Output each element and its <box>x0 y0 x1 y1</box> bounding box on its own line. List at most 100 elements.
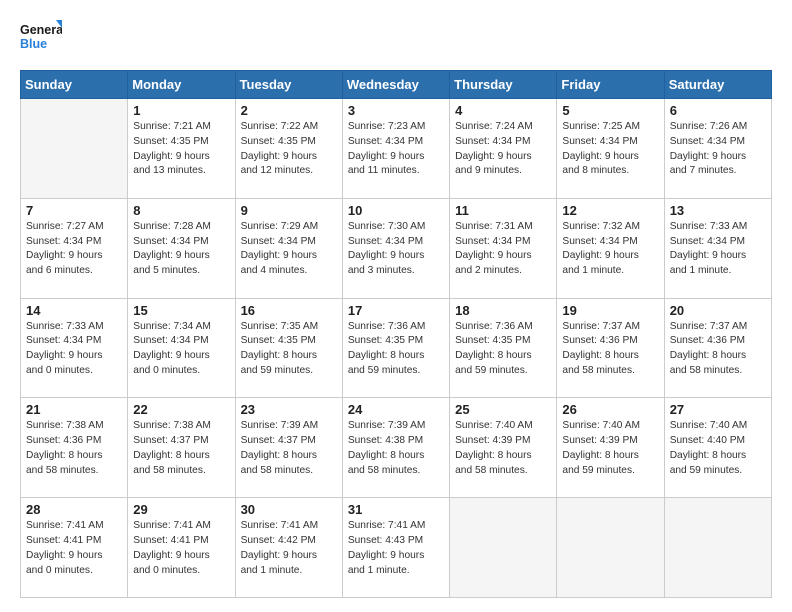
day-cell-9: 9 Sunrise: 7:29 AMSunset: 4:34 PMDaylight… <box>235 198 342 298</box>
weekday-header-wednesday: Wednesday <box>342 71 449 99</box>
day-info: Sunrise: 7:37 AMSunset: 4:36 PMDaylight:… <box>562 320 658 379</box>
day-info: Sunrise: 7:40 AMSunset: 4:40 PMDaylight:… <box>670 419 766 478</box>
day-number: 5 <box>562 103 658 118</box>
day-cell-22: 22Sunrise: 7:38 AMSunset: 4:37 PMDayligh… <box>128 398 235 498</box>
day-info: Sunrise: 7:35 AMSunset: 4:35 PMDaylight:… <box>241 320 337 379</box>
day-info: Sunrise: 7:22 AMSunset: 4:35 PMDaylight:… <box>241 120 337 179</box>
day-cell-2: 2Sunrise: 7:22 AMSunset: 4:35 PMDaylight… <box>235 99 342 199</box>
day-info: Sunrise: 7:29 AMSunset: 4:34 PMDaylight:… <box>241 220 337 279</box>
day-cell-26: 26 Sunrise: 7:40 AMSunset: 4:39 PMDayligh… <box>557 398 664 498</box>
day-info: Sunrise: 7:23 AMSunset: 4:34 PMDaylight:… <box>348 120 444 179</box>
weekday-header-row: SundayMondayTuesdayWednesdayThursdayFrid… <box>21 71 772 99</box>
day-cell-19: 19 Sunrise: 7:37 AMSunset: 4:36 PMDayligh… <box>557 298 664 398</box>
weekday-header-saturday: Saturday <box>664 71 771 99</box>
day-info: Sunrise: 7:38 AMSunset: 4:37 PMDaylight:… <box>133 419 229 478</box>
day-cell-14: 14Sunrise: 7:33 AMSunset: 4:34 PMDayligh… <box>21 298 128 398</box>
day-number: 27 <box>670 402 766 417</box>
day-cell-21: 21Sunrise: 7:38 AMSunset: 4:36 PMDayligh… <box>21 398 128 498</box>
empty-cell <box>450 498 557 598</box>
day-cell-13: 13 Sunrise: 7:33 AMSunset: 4:34 PMDayligh… <box>664 198 771 298</box>
day-cell-1: 1Sunrise: 7:21 AMSunset: 4:35 PMDaylight… <box>128 99 235 199</box>
day-info: Sunrise: 7:36 AMSunset: 4:35 PMDaylight:… <box>455 320 551 379</box>
day-cell-7: 7 Sunrise: 7:27 AMSunset: 4:34 PMDaylight… <box>21 198 128 298</box>
day-cell-18: 18 Sunrise: 7:36 AMSunset: 4:35 PMDayligh… <box>450 298 557 398</box>
day-info: Sunrise: 7:41 AMSunset: 4:41 PMDaylight:… <box>26 519 122 578</box>
weekday-header-friday: Friday <box>557 71 664 99</box>
day-info: Sunrise: 7:32 AMSunset: 4:34 PMDaylight:… <box>562 220 658 279</box>
day-number: 12 <box>562 203 658 218</box>
day-cell-16: 16 Sunrise: 7:35 AMSunset: 4:35 PMDayligh… <box>235 298 342 398</box>
day-cell-27: 27 Sunrise: 7:40 AMSunset: 4:40 PMDayligh… <box>664 398 771 498</box>
day-number: 26 <box>562 402 658 417</box>
day-info: Sunrise: 7:37 AMSunset: 4:36 PMDaylight:… <box>670 320 766 379</box>
day-number: 13 <box>670 203 766 218</box>
day-number: 21 <box>26 402 122 417</box>
day-number: 29 <box>133 502 229 517</box>
day-info: Sunrise: 7:33 AMSunset: 4:34 PMDaylight:… <box>26 320 122 379</box>
day-cell-15: 15 Sunrise: 7:34 AMSunset: 4:34 PMDayligh… <box>128 298 235 398</box>
week-row-5: 28 Sunrise: 7:41 AMSunset: 4:41 PMDayligh… <box>21 498 772 598</box>
header: General Blue <box>20 18 772 60</box>
svg-text:Blue: Blue <box>20 37 47 51</box>
day-info: Sunrise: 7:40 AMSunset: 4:39 PMDaylight:… <box>562 419 658 478</box>
weekday-header-thursday: Thursday <box>450 71 557 99</box>
day-info: Sunrise: 7:39 AMSunset: 4:38 PMDaylight:… <box>348 419 444 478</box>
empty-cell <box>21 99 128 199</box>
day-number: 19 <box>562 303 658 318</box>
day-cell-23: 23 Sunrise: 7:39 AMSunset: 4:37 PMDayligh… <box>235 398 342 498</box>
week-row-4: 21Sunrise: 7:38 AMSunset: 4:36 PMDayligh… <box>21 398 772 498</box>
day-info: Sunrise: 7:27 AMSunset: 4:34 PMDaylight:… <box>26 220 122 279</box>
day-number: 10 <box>348 203 444 218</box>
day-cell-17: 17 Sunrise: 7:36 AMSunset: 4:35 PMDayligh… <box>342 298 449 398</box>
day-number: 28 <box>26 502 122 517</box>
day-info: Sunrise: 7:31 AMSunset: 4:34 PMDaylight:… <box>455 220 551 279</box>
day-info: Sunrise: 7:25 AMSunset: 4:34 PMDaylight:… <box>562 120 658 179</box>
day-info: Sunrise: 7:34 AMSunset: 4:34 PMDaylight:… <box>133 320 229 379</box>
day-info: Sunrise: 7:41 AMSunset: 4:41 PMDaylight:… <box>133 519 229 578</box>
day-cell-20: 20Sunrise: 7:37 AMSunset: 4:36 PMDayligh… <box>664 298 771 398</box>
day-cell-5: 5 Sunrise: 7:25 AMSunset: 4:34 PMDaylight… <box>557 99 664 199</box>
day-number: 23 <box>241 402 337 417</box>
day-number: 17 <box>348 303 444 318</box>
day-number: 6 <box>670 103 766 118</box>
calendar-table: SundayMondayTuesdayWednesdayThursdayFrid… <box>20 70 772 598</box>
day-number: 18 <box>455 303 551 318</box>
day-info: Sunrise: 7:33 AMSunset: 4:34 PMDaylight:… <box>670 220 766 279</box>
day-cell-10: 10 Sunrise: 7:30 AMSunset: 4:34 PMDayligh… <box>342 198 449 298</box>
day-info: Sunrise: 7:30 AMSunset: 4:34 PMDaylight:… <box>348 220 444 279</box>
day-cell-29: 29 Sunrise: 7:41 AMSunset: 4:41 PMDayligh… <box>128 498 235 598</box>
week-row-2: 7 Sunrise: 7:27 AMSunset: 4:34 PMDaylight… <box>21 198 772 298</box>
day-number: 30 <box>241 502 337 517</box>
day-cell-11: 11 Sunrise: 7:31 AMSunset: 4:34 PMDayligh… <box>450 198 557 298</box>
day-cell-3: 3 Sunrise: 7:23 AMSunset: 4:34 PMDaylight… <box>342 99 449 199</box>
day-cell-28: 28 Sunrise: 7:41 AMSunset: 4:41 PMDayligh… <box>21 498 128 598</box>
svg-text:General: General <box>20 23 62 37</box>
day-cell-12: 12 Sunrise: 7:32 AMSunset: 4:34 PMDayligh… <box>557 198 664 298</box>
day-number: 16 <box>241 303 337 318</box>
day-number: 31 <box>348 502 444 517</box>
day-cell-8: 8Sunrise: 7:28 AMSunset: 4:34 PMDaylight… <box>128 198 235 298</box>
day-cell-30: 30 Sunrise: 7:41 AMSunset: 4:42 PMDayligh… <box>235 498 342 598</box>
logo: General Blue <box>20 18 62 60</box>
day-info: Sunrise: 7:36 AMSunset: 4:35 PMDaylight:… <box>348 320 444 379</box>
day-number: 15 <box>133 303 229 318</box>
empty-cell <box>664 498 771 598</box>
day-info: Sunrise: 7:24 AMSunset: 4:34 PMDaylight:… <box>455 120 551 179</box>
day-number: 9 <box>241 203 337 218</box>
day-info: Sunrise: 7:40 AMSunset: 4:39 PMDaylight:… <box>455 419 551 478</box>
day-cell-31: 31 Sunrise: 7:41 AMSunset: 4:43 PMDayligh… <box>342 498 449 598</box>
day-number: 1 <box>133 103 229 118</box>
week-row-1: 1Sunrise: 7:21 AMSunset: 4:35 PMDaylight… <box>21 99 772 199</box>
day-info: Sunrise: 7:41 AMSunset: 4:43 PMDaylight:… <box>348 519 444 578</box>
day-cell-4: 4Sunrise: 7:24 AMSunset: 4:34 PMDaylight… <box>450 99 557 199</box>
day-info: Sunrise: 7:39 AMSunset: 4:37 PMDaylight:… <box>241 419 337 478</box>
day-info: Sunrise: 7:41 AMSunset: 4:42 PMDaylight:… <box>241 519 337 578</box>
day-number: 8 <box>133 203 229 218</box>
day-number: 7 <box>26 203 122 218</box>
day-info: Sunrise: 7:26 AMSunset: 4:34 PMDaylight:… <box>670 120 766 179</box>
day-number: 11 <box>455 203 551 218</box>
weekday-header-monday: Monday <box>128 71 235 99</box>
page: General Blue SundayMondayTuesdayWednesda… <box>0 0 792 612</box>
day-cell-24: 24Sunrise: 7:39 AMSunset: 4:38 PMDayligh… <box>342 398 449 498</box>
day-number: 3 <box>348 103 444 118</box>
